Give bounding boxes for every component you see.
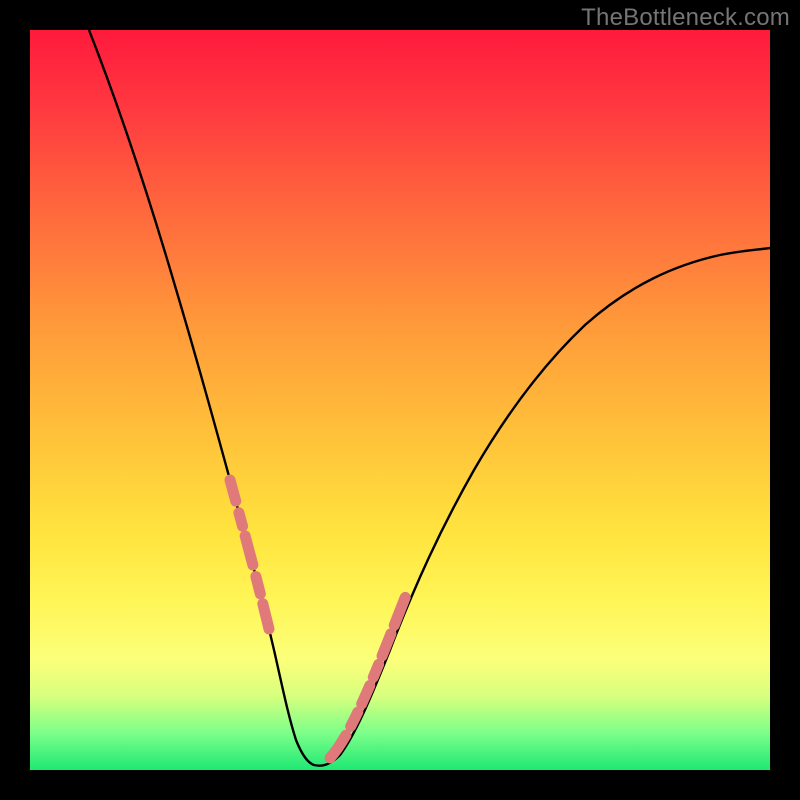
watermark-text: TheBottleneck.com <box>581 4 790 32</box>
chart-frame: TheBottleneck.com <box>0 0 800 800</box>
dash-overlay-right <box>330 492 450 758</box>
curve-svg <box>30 30 770 770</box>
dash-overlay-left <box>230 480 306 760</box>
bottleneck-curve <box>89 30 770 766</box>
plot-area <box>30 30 770 770</box>
